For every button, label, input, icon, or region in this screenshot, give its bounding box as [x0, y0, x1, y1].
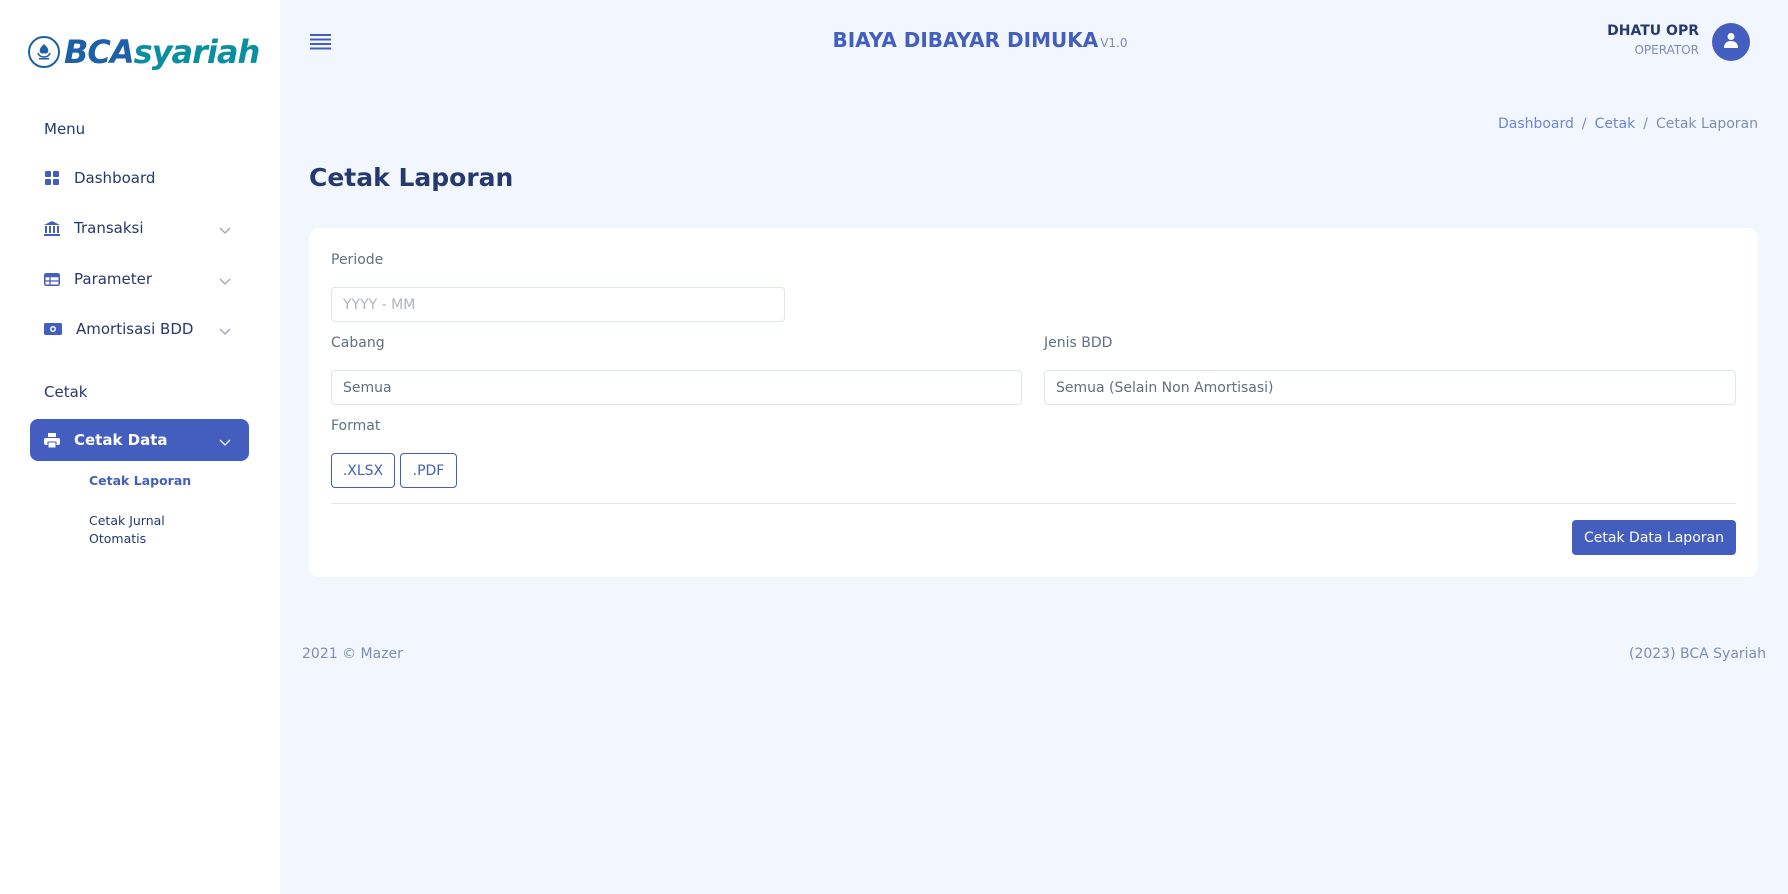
sidebar-item-label: Dashboard	[74, 169, 156, 187]
sidebar-item-amortisasi-bdd[interactable]: Amortisasi BDD	[30, 308, 249, 350]
avatar[interactable]	[1712, 23, 1750, 61]
breadcrumb-cetak[interactable]: Cetak	[1595, 116, 1636, 132]
submenu-label-line-2: Otomatis	[89, 531, 147, 546]
chevron-down-icon	[219, 272, 231, 290]
breadcrumb: Dashboard / Cetak / Cetak Laporan	[1498, 116, 1758, 132]
report-form-card: Periode Cabang Semua Jenis BDD Semua (Se…	[309, 228, 1758, 577]
chevron-down-icon	[219, 322, 231, 340]
breadcrumb-dashboard[interactable]: Dashboard	[1498, 116, 1574, 132]
chevron-down-icon	[219, 433, 231, 451]
printer-icon	[44, 432, 60, 448]
periode-input[interactable]	[331, 287, 785, 322]
sidebar: BCAsyariah Menu Dashboard Transaksi Para…	[0, 0, 280, 894]
hamburger-menu-icon[interactable]	[310, 34, 331, 50]
sidebar-item-label: Amortisasi BDD	[76, 320, 194, 338]
money-icon	[44, 321, 62, 337]
jenis-bdd-label: Jenis BDD	[1044, 335, 1113, 351]
cabang-label: Cabang	[331, 335, 385, 351]
sidebar-item-transaksi[interactable]: Transaksi	[30, 207, 249, 249]
format-label: Format	[331, 418, 381, 434]
logo-wordmark: BCAsyariah	[64, 33, 261, 71]
logo-syariah-text: syariah	[133, 33, 261, 71]
breadcrumb-current: Cetak Laporan	[1655, 116, 1758, 132]
sidebar-item-label: Parameter	[74, 270, 153, 288]
table-icon	[44, 271, 60, 287]
divider	[331, 503, 1736, 504]
grid-icon	[44, 170, 60, 186]
submenu-cetak-jurnal-otomatis[interactable]: Cetak Jurnal Otomatis	[89, 512, 165, 548]
logo-bca-text: BCA	[64, 33, 135, 71]
cabang-select[interactable]: Semua	[331, 370, 1022, 405]
jenis-bdd-select[interactable]: Semua (Selain Non Amortisasi)	[1044, 370, 1736, 405]
cetak-data-laporan-button[interactable]: Cetak Data Laporan	[1572, 520, 1736, 555]
sidebar-item-label: Transaksi	[74, 219, 144, 237]
user-role: OPERATOR	[1634, 43, 1699, 57]
sidebar-item-label: Cetak Data	[74, 431, 168, 449]
footer-brand: (2023) BCA Syariah	[1628, 646, 1766, 662]
app-title-text: BIAYA DIBAYAR DIMUKA	[832, 28, 1099, 52]
breadcrumb-separator: /	[1643, 116, 1648, 132]
menu-section-title: Menu	[44, 120, 86, 138]
app-title: BIAYA DIBAYAR DIMUKA V1.0	[800, 28, 1160, 52]
sidebar-item-cetak-data[interactable]: Cetak Data	[30, 419, 249, 461]
footer-copyright: 2021 © Mazer	[302, 646, 403, 662]
submenu-cetak-laporan[interactable]: Cetak Laporan	[89, 472, 191, 490]
breadcrumb-separator: /	[1581, 116, 1587, 132]
chevron-down-icon	[219, 221, 231, 239]
sidebar-item-dashboard[interactable]: Dashboard	[30, 157, 249, 199]
print-section-title: Cetak	[44, 383, 88, 401]
user-icon	[1723, 32, 1739, 52]
brand-logo[interactable]: BCAsyariah	[28, 30, 261, 74]
page-title: Cetak Laporan	[309, 163, 514, 192]
user-name: DHATU OPR	[1607, 23, 1699, 39]
format-pdf-button[interactable]: .PDF	[400, 453, 457, 488]
submenu-label-line-1: Cetak Jurnal	[89, 513, 165, 528]
app-version: V1.0	[1100, 36, 1128, 50]
bca-logo-icon	[28, 36, 60, 68]
bank-icon	[44, 220, 60, 236]
periode-label: Periode	[331, 252, 384, 268]
format-xlsx-button[interactable]: .XLSX	[331, 453, 395, 488]
sidebar-item-parameter[interactable]: Parameter	[30, 258, 249, 300]
